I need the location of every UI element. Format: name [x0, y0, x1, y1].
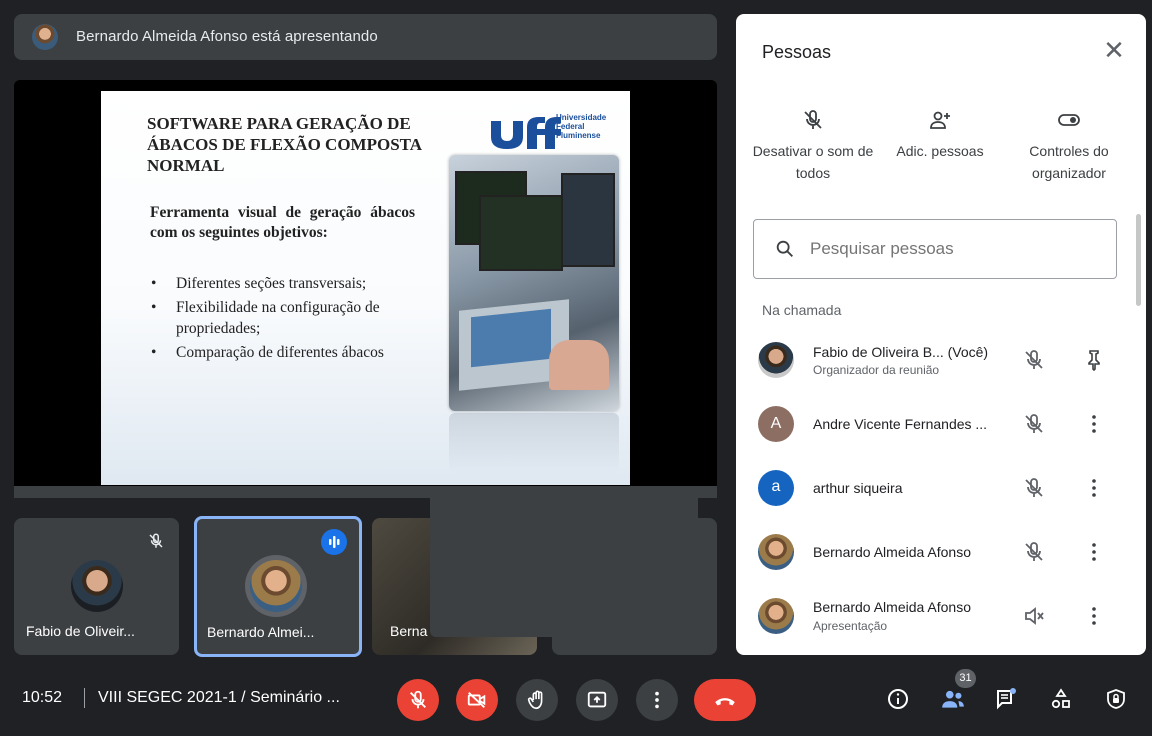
list-item[interactable]: Bernardo Almeida Afonso [736, 522, 1146, 582]
clock: 10:52 [22, 689, 63, 706]
list-item[interactable]: a arthur siqueira [736, 458, 1146, 518]
avatar: A [758, 406, 794, 442]
presenter-text: Bernardo Almeida Afonso está apresentand… [76, 28, 378, 45]
add-person-icon [930, 111, 950, 129]
person-name: Bernardo Almeida Afonso [813, 544, 971, 560]
person-role: Organizador da reunião [813, 363, 940, 377]
avatar [758, 598, 794, 634]
slide-title: SOFTWARE PARA GERAÇÃO DE ÁBACOS DE FLEXÃ… [147, 114, 422, 175]
mute-all-button[interactable]: Desativar o som de todos [748, 108, 878, 184]
more-icon[interactable] [1082, 412, 1106, 436]
panel-scrollbar[interactable] [1136, 214, 1141, 306]
slide-bullet: Comparação de diferentes ábacos [149, 342, 424, 363]
more-options-button[interactable] [636, 679, 678, 721]
host-controls-toolbar-button[interactable] [1101, 684, 1131, 714]
person-role: Apresentação [813, 619, 888, 633]
person-name: Fabio de Oliveira B... (Você) [813, 344, 989, 360]
meeting-details-button[interactable] [883, 684, 913, 714]
toggle-mic-button[interactable] [397, 679, 439, 721]
slide-bullets: Diferentes seções transversais; Flexibil… [149, 273, 424, 366]
slide-photo-reflection [449, 413, 619, 473]
shared-slide: SOFTWARE PARA GERAÇÃO DE ÁBACOS DE FLEXÃ… [101, 91, 630, 485]
avatar [758, 342, 794, 378]
person-name: Bernardo Almeida Afonso [813, 599, 971, 615]
slide-photo [449, 155, 619, 411]
more-icon[interactable] [1082, 476, 1106, 500]
speaking-indicator-icon [321, 529, 347, 555]
hand-icon [527, 690, 543, 710]
participant-tile[interactable]: Fabio de Oliveir... [14, 518, 179, 655]
list-item[interactable]: Fabio de Oliveira B... (Você) Organizado… [736, 330, 1146, 390]
speaker-off-icon[interactable] [1022, 604, 1046, 628]
divider [84, 688, 85, 708]
chat-icon [997, 688, 1016, 710]
more-icon [655, 691, 659, 709]
chat-button[interactable] [991, 684, 1021, 714]
host-controls-label: Controles do organizador [1029, 143, 1109, 181]
close-icon[interactable]: ✕ [1102, 37, 1126, 63]
more-icon[interactable] [1082, 540, 1106, 564]
panel-title: Pessoas [762, 42, 832, 62]
activities-button[interactable] [1046, 684, 1076, 714]
toggle-icon [1058, 114, 1080, 126]
activities-icon [1051, 688, 1070, 709]
mic-off-icon[interactable] [1022, 540, 1046, 564]
host-controls-button[interactable]: Controles do organizador [1004, 108, 1134, 184]
shield-lock-icon [1107, 689, 1125, 709]
tile-name: Fabio de Oliveir... [26, 623, 135, 639]
mic-off-icon[interactable] [1022, 476, 1046, 500]
mute-all-label: Desativar o som de todos [752, 143, 874, 181]
avatar: a [758, 470, 794, 506]
mic-off-icon[interactable] [1022, 412, 1046, 436]
mic-off-icon [804, 110, 822, 129]
mic-off-icon [410, 690, 426, 709]
presenter-avatar [32, 24, 58, 50]
slide-subtitle: Ferramenta visual de geração ábacos com … [150, 204, 415, 241]
camera-off-icon [467, 691, 486, 709]
list-item[interactable]: A Andre Vicente Fernandes ... [736, 394, 1146, 454]
more-icon[interactable] [1082, 604, 1106, 628]
people-panel: Pessoas ✕ Desativar o som de todos Adic.… [736, 14, 1146, 655]
section-label: Na chamada [762, 302, 842, 318]
slide-bullet: Flexibilidade na configuração de proprie… [149, 297, 424, 339]
presenter-banner: Bernardo Almeida Afonso está apresentand… [14, 14, 717, 60]
avatar [250, 560, 302, 612]
overlay-box [430, 487, 698, 637]
end-call-icon [715, 698, 735, 706]
search-box[interactable] [753, 219, 1117, 279]
person-name: arthur siqueira [813, 480, 903, 496]
avatar [758, 534, 794, 570]
pin-icon[interactable] [1082, 348, 1106, 372]
meeting-title: VIII SEGEC 2021-1 / Seminário ... [98, 689, 340, 706]
mic-off-icon [149, 533, 163, 548]
raise-hand-button[interactable] [516, 679, 558, 721]
people-icon [942, 690, 964, 708]
slide-bullet: Diferentes seções transversais; [149, 273, 424, 294]
tile-name: Bernardo Almei... [207, 624, 315, 640]
add-people-label: Adic. pessoas [896, 143, 984, 159]
info-icon [888, 689, 908, 709]
add-people-button[interactable]: Adic. pessoas [875, 108, 1005, 162]
people-button[interactable] [938, 684, 968, 714]
toggle-camera-button[interactable] [456, 679, 498, 721]
tile-name: Berna [390, 623, 428, 639]
uff-logo-text: Universidade Federal Fluminense [556, 113, 607, 140]
present-icon [587, 691, 607, 708]
present-now-button[interactable] [576, 679, 618, 721]
participant-tile-active[interactable]: Bernardo Almei... [194, 516, 362, 657]
search-input[interactable] [808, 238, 1102, 260]
person-name: Andre Vicente Fernandes ... [813, 416, 988, 432]
leave-call-button[interactable] [694, 679, 756, 721]
mic-off-icon[interactable] [1022, 348, 1046, 372]
search-icon [776, 240, 793, 257]
list-item[interactable]: Bernardo Almeida Afonso Apresentação [736, 586, 1146, 646]
participants-count-badge: 31 [955, 669, 976, 688]
avatar [71, 560, 123, 612]
